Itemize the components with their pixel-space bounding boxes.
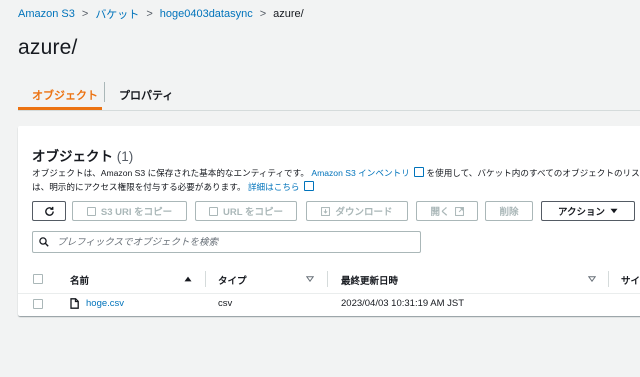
download-button[interactable]: ダウンロード	[306, 201, 408, 221]
copy-url-label: URL をコピー	[223, 207, 283, 218]
desc-text-1: オブジェクトは、Amazon S3 に保存された基本的なエンティティです。	[32, 168, 309, 178]
breadcrumb-bucket[interactable]: hoge0403datasync	[160, 8, 253, 20]
delete-label: 削除	[499, 207, 519, 218]
column-header-type[interactable]: タイプ	[218, 273, 247, 287]
caret-down-icon	[610, 208, 618, 214]
download-icon	[321, 206, 331, 216]
breadcrumb-current: azure/	[273, 8, 304, 20]
object-name-link[interactable]: hoge.csv	[86, 298, 124, 309]
search-box	[32, 231, 421, 253]
sort-up-icon[interactable]	[184, 276, 192, 282]
external-link-icon	[303, 181, 314, 191]
breadcrumb: Amazon S3 > バケット > hoge0403datasync > az…	[18, 6, 304, 22]
panel-description-line1: オブジェクトは、Amazon S3 に保存された基本的なエンティティです。 Am…	[32, 167, 640, 179]
download-label: ダウンロード	[335, 207, 393, 218]
panel-description-line2: は、明示的にアクセス権限を付与する必要があります。 詳細はこちら	[32, 181, 314, 193]
open-label: 開く	[430, 207, 450, 218]
refresh-icon	[44, 206, 54, 216]
open-button[interactable]: 開く	[416, 201, 478, 221]
tab-properties[interactable]: プロパティ	[119, 87, 173, 103]
copy-s3-uri-label: S3 URI をコピー	[100, 207, 173, 218]
panel-title: オブジェクト (1)	[32, 145, 133, 165]
actions-label: アクション	[557, 207, 606, 218]
chevron-right-icon: >	[81, 8, 89, 20]
delete-button[interactable]: 削除	[485, 201, 533, 221]
chevron-right-icon: >	[259, 8, 267, 20]
breadcrumb-buckets[interactable]: バケット	[95, 6, 139, 22]
column-header-name[interactable]: 名前	[70, 273, 89, 287]
external-link-icon	[454, 206, 464, 216]
breadcrumb-amazon-s3[interactable]: Amazon S3	[18, 8, 75, 20]
page-title: azure/	[18, 36, 78, 59]
refresh-button[interactable]	[32, 201, 66, 221]
column-divider	[608, 271, 609, 287]
column-header-size[interactable]: サイ	[621, 273, 640, 287]
search-icon	[39, 237, 49, 247]
sort-icon[interactable]	[306, 276, 314, 282]
sort-icon[interactable]	[588, 276, 596, 282]
chevron-right-icon: >	[146, 8, 153, 20]
column-divider	[205, 271, 206, 287]
table-row: hoge.csv	[86, 298, 124, 309]
row-checkbox[interactable]	[33, 299, 43, 309]
desc-text-2: を使用して、バケット内のすべてのオブジェクトのリストを取	[426, 168, 640, 178]
column-header-last-modified[interactable]: 最終更新日時	[341, 273, 398, 287]
object-type: csv	[218, 298, 233, 309]
copy-s3-uri-button[interactable]: S3 URI をコピー	[72, 201, 187, 221]
actions-button[interactable]: アクション	[541, 201, 635, 221]
object-count: (1)	[116, 149, 134, 164]
table-header-divider	[18, 293, 640, 294]
copy-icon	[209, 206, 218, 216]
learn-more-link[interactable]: 詳細はこちら	[248, 182, 300, 192]
file-icon	[70, 298, 79, 309]
panel-title-text: オブジェクト	[32, 149, 113, 164]
copy-url-button[interactable]: URL をコピー	[195, 201, 297, 221]
tab-divider	[104, 82, 105, 102]
inventory-link[interactable]: Amazon S3 インベントリ	[311, 168, 409, 178]
copy-icon	[86, 206, 96, 216]
object-last-modified: 2023/04/03 10:31:19 AM JST	[341, 298, 465, 309]
column-divider	[327, 271, 328, 287]
external-link-icon	[414, 167, 425, 177]
tab-objects[interactable]: オブジェクト	[32, 87, 98, 103]
search-input[interactable]	[55, 235, 399, 249]
select-all-checkbox[interactable]	[33, 274, 43, 284]
tabs-baseline	[18, 110, 640, 111]
desc-text-3: は、明示的にアクセス権限を付与する必要があります。	[32, 182, 246, 192]
